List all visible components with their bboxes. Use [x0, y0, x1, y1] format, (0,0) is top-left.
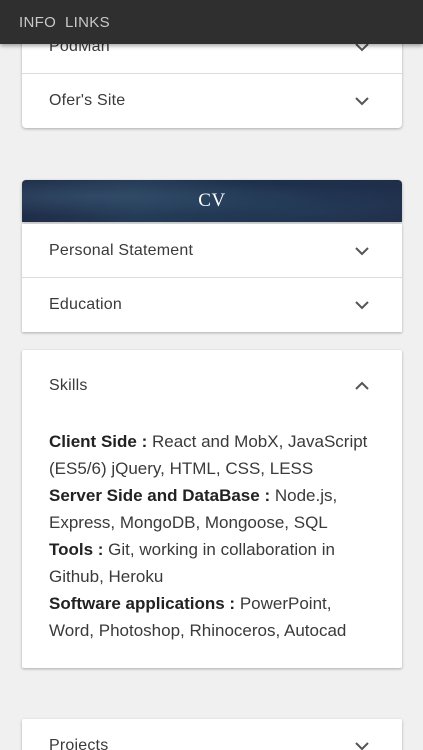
cv-section-title: CV: [198, 190, 226, 211]
chevron-down-icon: [354, 246, 370, 256]
skill-entry: Tools : Git, working in collaboration in…: [49, 536, 375, 590]
nav-info-link[interactable]: INFO: [19, 14, 56, 31]
cv-card: Personal Statement Education: [22, 224, 402, 332]
accordion-item-ofers-site[interactable]: Ofer's Site: [22, 74, 402, 128]
accordion-item-label: Skills: [49, 377, 88, 394]
skill-heading: Server Side and DataBase :: [49, 486, 271, 505]
cv-section-header: CV: [22, 180, 402, 222]
skills-content: Client Side : React and MobX, JavaScript…: [22, 422, 402, 668]
accordion-item-label: Projects: [49, 737, 109, 750]
skill-entry: Server Side and DataBase : Node.js, Expr…: [49, 482, 375, 536]
accordion-item-personal-statement[interactable]: Personal Statement: [22, 224, 402, 278]
chevron-up-icon: [354, 381, 370, 391]
top-navigation-bar: INFO LINKS: [0, 0, 423, 44]
accordion-item-skills[interactable]: Skills: [22, 350, 402, 422]
projects-card: Projects: [22, 719, 402, 750]
accordion-item-label: Education: [49, 296, 122, 313]
skill-heading: Client Side :: [49, 432, 148, 451]
chevron-down-icon: [354, 300, 370, 310]
accordion-item-label: Ofer's Site: [49, 92, 126, 109]
chevron-down-icon: [354, 741, 370, 750]
skill-heading: Tools :: [49, 540, 104, 559]
skills-card: Skills Client Side : React and MobX, Jav…: [22, 350, 402, 668]
accordion-item-projects[interactable]: Projects: [22, 719, 402, 750]
chevron-down-icon: [354, 96, 370, 106]
accordion-item-label: Personal Statement: [49, 241, 194, 259]
skill-entry: Software applications : PowerPoint, Word…: [49, 590, 375, 644]
page: INFO LINKS PodMan Ofer's Site CV Persona…: [0, 0, 423, 750]
skill-entry: Client Side : React and MobX, JavaScript…: [49, 428, 375, 482]
skill-heading: Software applications :: [49, 594, 236, 613]
nav-links-link[interactable]: LINKS: [65, 14, 110, 31]
accordion-item-education[interactable]: Education: [22, 278, 402, 332]
